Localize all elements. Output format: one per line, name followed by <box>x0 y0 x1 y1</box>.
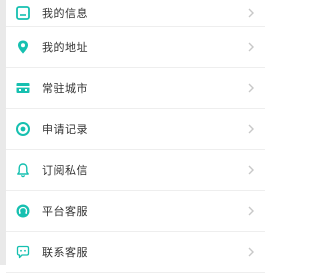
chevron-right-icon <box>248 165 254 175</box>
menu-item-resident-city[interactable]: 常驻城市 <box>6 68 265 109</box>
menu-item-label: 联系客服 <box>42 246 88 259</box>
menu-item-label: 我的信息 <box>42 7 88 20</box>
bell-icon <box>12 159 34 181</box>
city-buildings-icon <box>12 77 34 99</box>
menu-item-label: 申请记录 <box>42 123 88 136</box>
chat-icon <box>12 241 34 263</box>
menu-item-label: 平台客服 <box>42 205 88 218</box>
chevron-right-icon <box>248 8 254 18</box>
menu-item-subscribe-messages[interactable]: 订阅私信 <box>6 150 265 191</box>
location-pin-icon <box>12 36 34 58</box>
record-circle-icon <box>12 118 34 140</box>
menu-item-label: 我的地址 <box>42 41 88 54</box>
chevron-right-icon <box>248 247 254 257</box>
id-card-icon <box>12 2 34 24</box>
menu-item-platform-service[interactable]: 平台客服 <box>6 191 265 232</box>
settings-menu: 我的信息 我的地址 常驻城市 申请记录 订阅私信 平台客服 联系客服 <box>6 0 265 273</box>
menu-item-contact-service[interactable]: 联系客服 <box>6 232 265 273</box>
chevron-right-icon <box>248 206 254 216</box>
headset-icon <box>12 200 34 222</box>
chevron-right-icon <box>248 124 254 134</box>
menu-item-application-records[interactable]: 申请记录 <box>6 109 265 150</box>
menu-item-my-address[interactable]: 我的地址 <box>6 27 265 68</box>
menu-item-label: 常驻城市 <box>42 82 88 95</box>
chevron-right-icon <box>248 42 254 52</box>
menu-item-label: 订阅私信 <box>42 164 88 177</box>
menu-item-my-info[interactable]: 我的信息 <box>6 0 265 27</box>
chevron-right-icon <box>248 83 254 93</box>
